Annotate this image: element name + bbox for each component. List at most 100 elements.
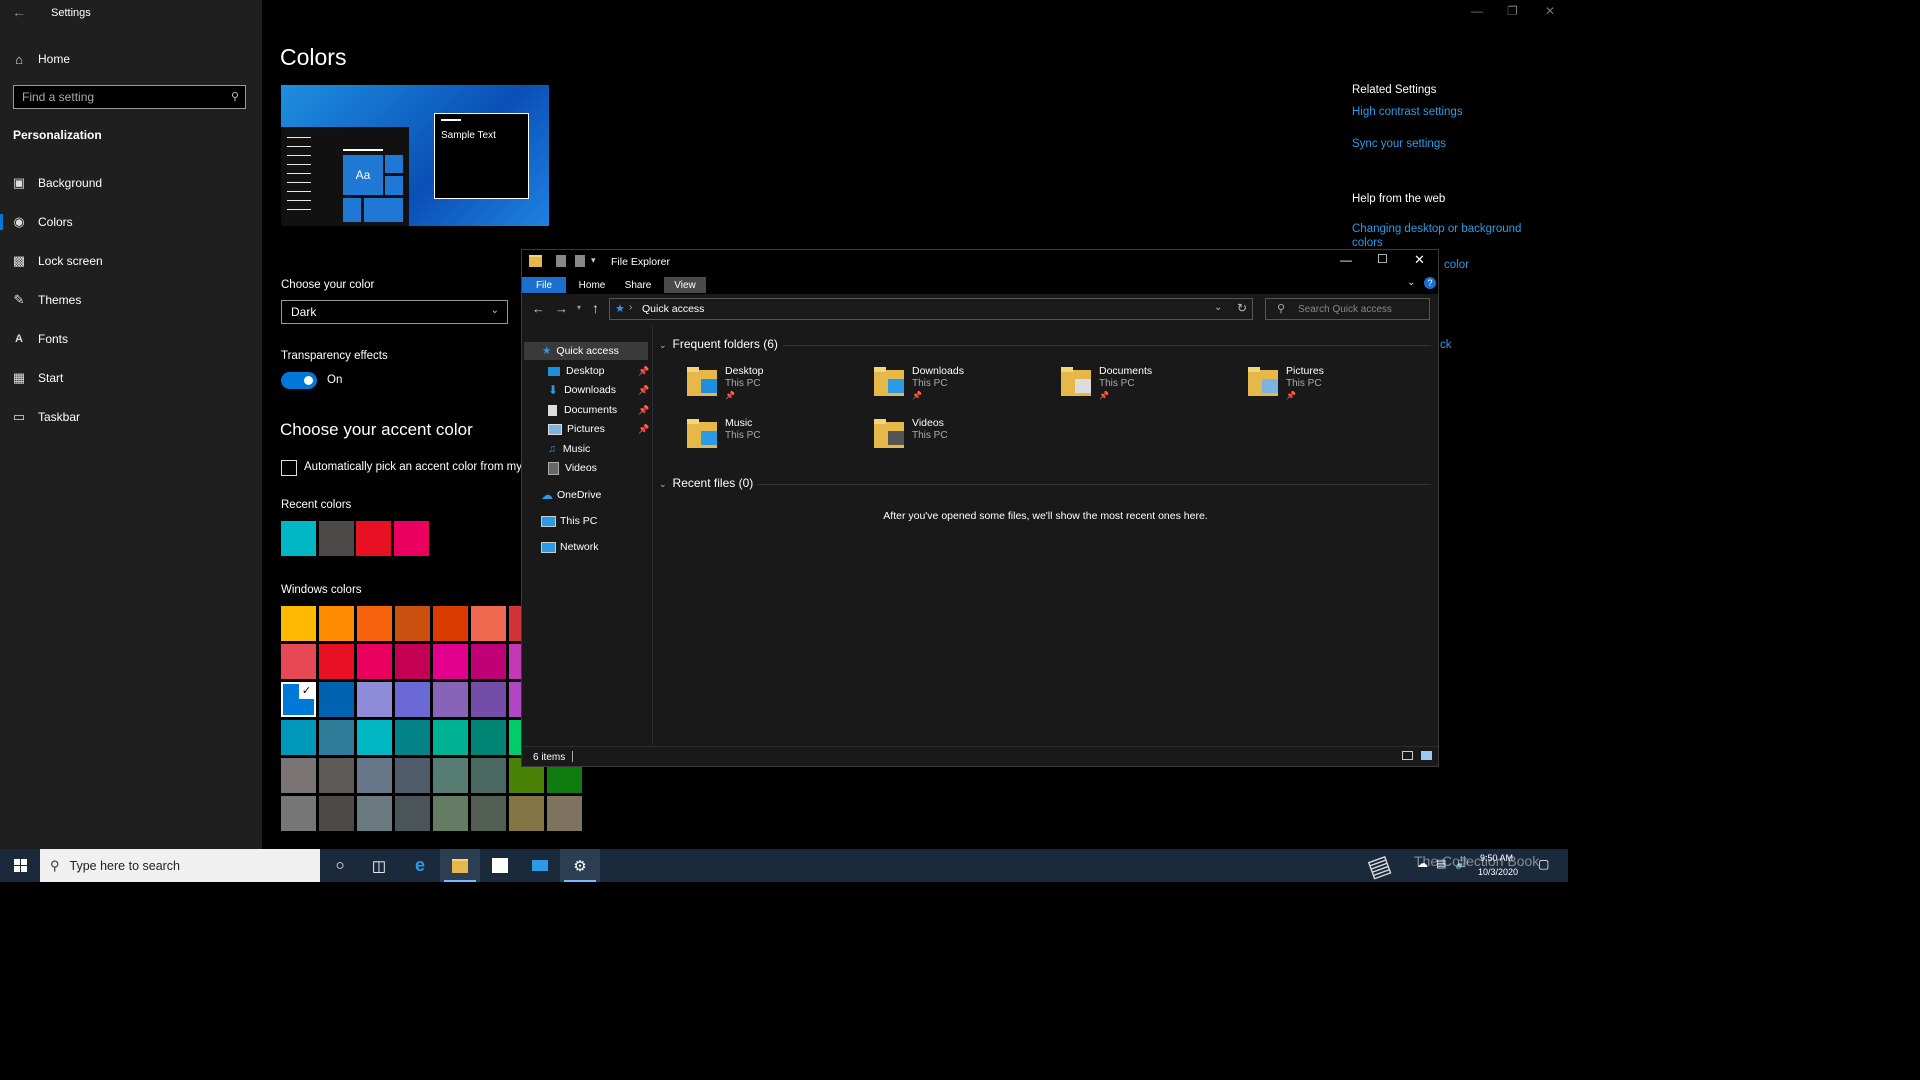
- taskbar-search-input[interactable]: ⚲ Type here to search: [40, 849, 320, 882]
- mail-button[interactable]: [520, 849, 560, 882]
- settings-button[interactable]: ⚙: [560, 849, 600, 882]
- auto-accent-checkbox[interactable]: [281, 460, 297, 476]
- windows-color-swatch[interactable]: [281, 796, 316, 831]
- windows-color-swatch[interactable]: [319, 758, 354, 793]
- folder-tile-videos[interactable]: Videos This PC: [874, 417, 1054, 457]
- properties-icon[interactable]: [556, 255, 566, 267]
- search-icon[interactable]: ⚲: [231, 90, 239, 103]
- expand-ribbon-icon[interactable]: ⌄: [1407, 277, 1415, 288]
- windows-color-swatch[interactable]: [433, 720, 468, 755]
- edge-button[interactable]: e: [400, 849, 440, 882]
- windows-color-swatch[interactable]: [357, 644, 392, 679]
- tree-item-videos[interactable]: Videos: [548, 459, 597, 477]
- pin-icon[interactable]: 📌: [638, 366, 649, 377]
- details-view-icon[interactable]: [1402, 751, 1413, 760]
- recent-color-swatch[interactable]: [281, 521, 316, 556]
- windows-color-swatch[interactable]: [357, 796, 392, 831]
- windows-color-swatch[interactable]: [433, 682, 468, 717]
- pin-icon[interactable]: 📌: [638, 424, 649, 435]
- windows-color-swatch[interactable]: [357, 758, 392, 793]
- windows-color-swatch[interactable]: [281, 606, 316, 641]
- auto-accent-label[interactable]: Automatically pick an accent color from …: [304, 461, 521, 473]
- tab-share[interactable]: Share: [618, 277, 658, 293]
- tree-item-network[interactable]: Network: [541, 538, 599, 556]
- help-icon[interactable]: ?: [1424, 277, 1436, 289]
- windows-color-swatch[interactable]: [319, 606, 354, 641]
- file-explorer-button[interactable]: [440, 849, 480, 882]
- pin-icon[interactable]: 📌: [638, 405, 649, 416]
- high-contrast-link[interactable]: High contrast settings: [1352, 106, 1463, 118]
- recent-color-swatch[interactable]: [318, 521, 354, 556]
- tab-file[interactable]: File: [522, 277, 566, 293]
- forward-arrow-icon[interactable]: →: [555, 301, 568, 316]
- windows-color-swatch[interactable]: [319, 682, 354, 717]
- large-icons-view-icon[interactable]: [1421, 751, 1432, 760]
- windows-color-swatch[interactable]: [433, 606, 468, 641]
- windows-color-swatch[interactable]: [281, 758, 316, 793]
- cortana-button[interactable]: ○: [320, 849, 360, 882]
- windows-color-swatch[interactable]: [281, 644, 316, 679]
- recent-color-swatch[interactable]: [356, 521, 391, 556]
- tree-item-onedrive[interactable]: ☁ OneDrive: [541, 486, 601, 504]
- windows-color-swatch[interactable]: ✓: [281, 682, 316, 717]
- windows-color-swatch[interactable]: [433, 644, 468, 679]
- windows-color-swatch[interactable]: [395, 758, 430, 793]
- windows-color-swatch[interactable]: [395, 682, 430, 717]
- choose-color-dropdown[interactable]: Dark ⌄: [281, 300, 508, 324]
- explorer-search-input[interactable]: ⚲ Search Quick access: [1265, 298, 1430, 320]
- maximize-icon[interactable]: ☐: [1377, 252, 1388, 266]
- changing-colors-link[interactable]: Changing desktop or background colors: [1352, 222, 1537, 250]
- sidebar-item-background[interactable]: ▣ Background: [0, 166, 262, 200]
- windows-color-swatch[interactable]: [395, 644, 430, 679]
- restore-icon[interactable]: ❐: [1507, 4, 1518, 18]
- tree-item-quick-access[interactable]: ★ Quick access: [542, 342, 619, 360]
- pin-icon[interactable]: 📌: [638, 385, 649, 396]
- sidebar-item-lock-screen[interactable]: ▩ Lock screen: [0, 244, 262, 278]
- windows-color-swatch[interactable]: [433, 796, 468, 831]
- windows-color-swatch[interactable]: [433, 758, 468, 793]
- chevron-down-icon[interactable]: ⌄: [1214, 302, 1222, 313]
- frequent-folders-header[interactable]: ⌄ Frequent folders (6): [659, 337, 778, 351]
- tree-item-documents[interactable]: Documents: [548, 401, 617, 419]
- recent-color-swatch[interactable]: [393, 521, 429, 556]
- windows-color-swatch[interactable]: [319, 796, 354, 831]
- windows-color-swatch[interactable]: [357, 720, 392, 755]
- tab-home[interactable]: Home: [572, 277, 612, 293]
- help-link-partial[interactable]: color: [1444, 259, 1469, 271]
- clock-date[interactable]: 10/3/2020: [1478, 867, 1518, 877]
- sidebar-item-taskbar[interactable]: ▭ Taskbar: [0, 400, 262, 434]
- windows-color-swatch[interactable]: [395, 720, 430, 755]
- sidebar-item-start[interactable]: ▦ Start: [0, 361, 262, 395]
- folder-tile-documents[interactable]: Documents This PC 📌: [1061, 365, 1241, 405]
- windows-color-swatch[interactable]: [471, 606, 506, 641]
- help-link-partial-2[interactable]: ck: [1440, 339, 1452, 351]
- customize-toolbar-icon[interactable]: ▾: [591, 255, 596, 266]
- windows-color-swatch[interactable]: [509, 796, 544, 831]
- minimize-icon[interactable]: —: [1340, 253, 1352, 267]
- notification-icon[interactable]: ▢: [1538, 857, 1549, 871]
- up-arrow-icon[interactable]: ↑: [592, 300, 599, 316]
- clock-time[interactable]: 9:50 AM: [1480, 853, 1513, 863]
- windows-color-swatch[interactable]: [395, 606, 430, 641]
- tree-item-downloads[interactable]: ⬇ Downloads: [548, 381, 616, 399]
- store-button[interactable]: [480, 849, 520, 882]
- sidebar-item-themes[interactable]: ✎ Themes: [0, 283, 262, 317]
- volume-icon[interactable]: 🔊: [1455, 857, 1469, 870]
- windows-color-swatch[interactable]: [471, 758, 506, 793]
- address-bar[interactable]: ★ › Quick access ⌄ ↻: [609, 298, 1253, 320]
- windows-color-swatch[interactable]: [471, 682, 506, 717]
- windows-color-swatch[interactable]: [319, 720, 354, 755]
- sidebar-item-fonts[interactable]: A Fonts: [0, 322, 262, 356]
- tab-view[interactable]: View: [664, 277, 706, 293]
- windows-color-swatch[interactable]: [547, 796, 582, 831]
- refresh-icon[interactable]: ↻: [1237, 301, 1247, 315]
- back-arrow-icon[interactable]: ←: [532, 301, 545, 316]
- tree-item-pictures[interactable]: Pictures: [548, 420, 605, 438]
- tree-item-music[interactable]: ♫ Music: [548, 440, 590, 458]
- minimize-icon[interactable]: —: [1471, 4, 1483, 18]
- find-setting-input[interactable]: Find a setting ⚲: [13, 85, 246, 109]
- tree-item-desktop[interactable]: Desktop: [548, 362, 605, 380]
- network-tray-icon[interactable]: ▤: [1436, 857, 1446, 870]
- windows-color-swatch[interactable]: [357, 606, 392, 641]
- task-view-button[interactable]: ◫: [359, 849, 399, 882]
